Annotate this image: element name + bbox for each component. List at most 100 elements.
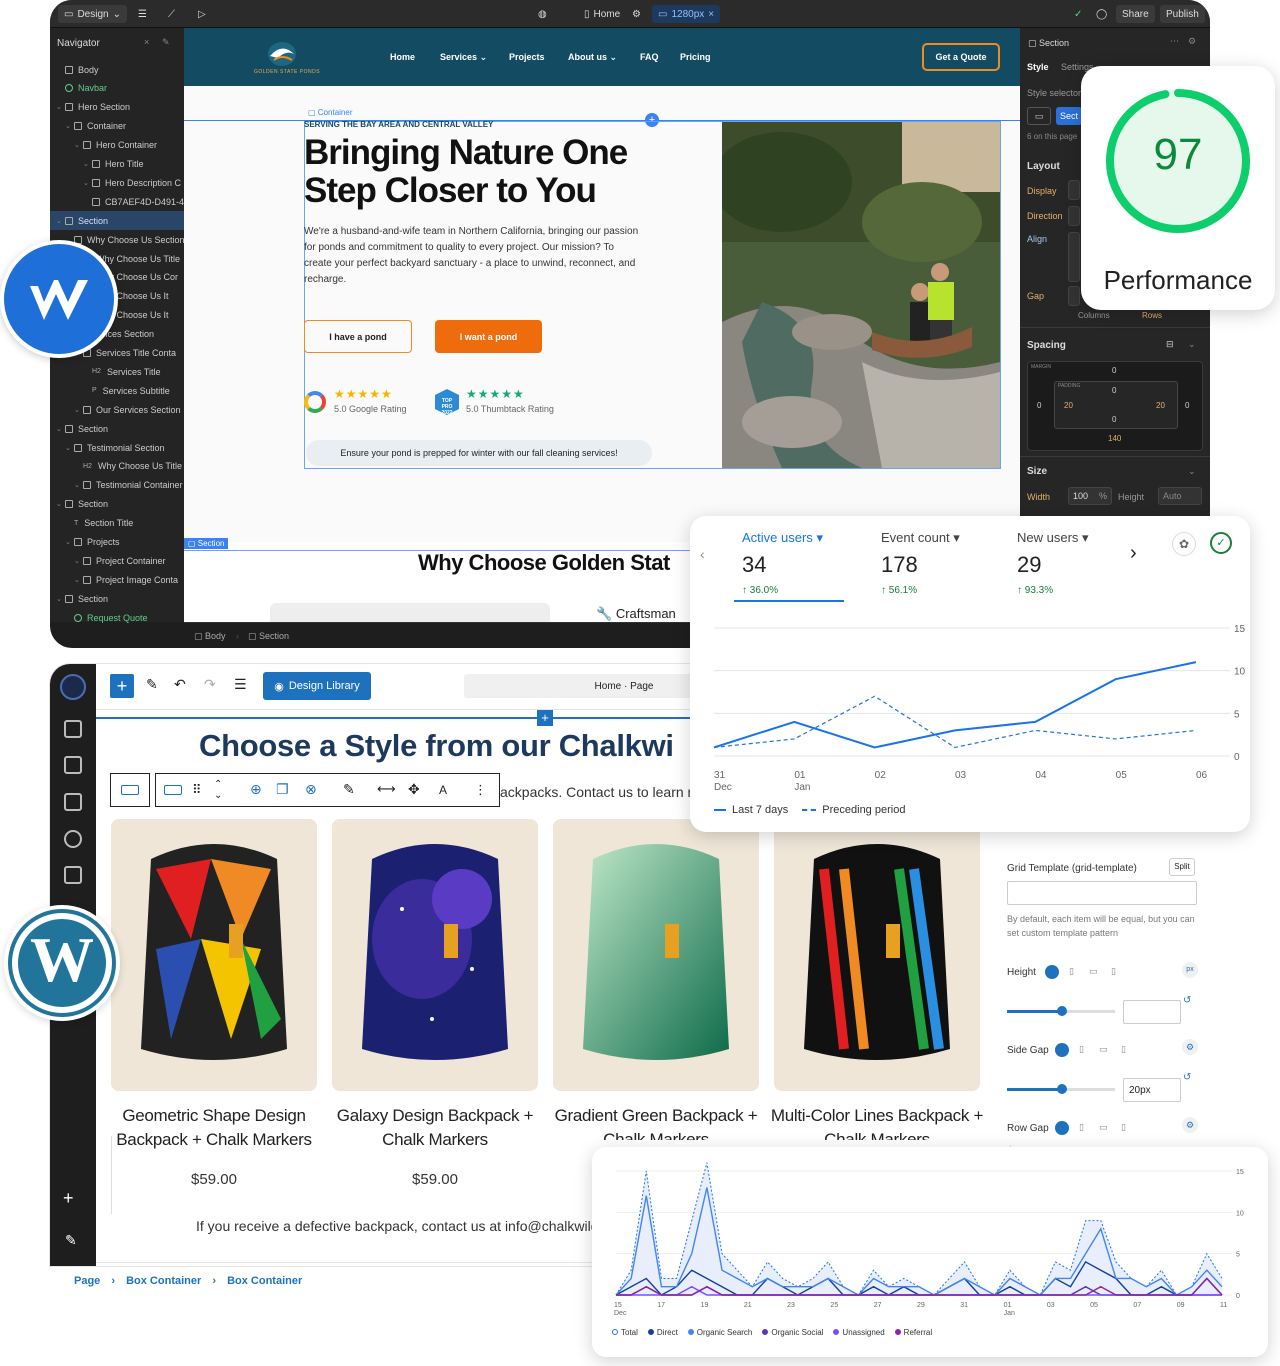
settings-icon[interactable]: ⚙ xyxy=(1182,1039,1198,1055)
navigator-item[interactable]: ⌄ Hero Description C xyxy=(50,173,184,192)
navigator-item[interactable]: ⌄ Project Image Conta xyxy=(50,570,184,589)
height-input[interactable]: Auto xyxy=(1158,487,1202,505)
metric-event-count[interactable]: Event count ▾ xyxy=(881,530,960,546)
site-nav-pricing[interactable]: Pricing xyxy=(680,52,711,62)
gap-control[interactable] xyxy=(1068,286,1080,306)
more-options-icon[interactable]: ⋮ xyxy=(474,782,487,798)
metric-new-users[interactable]: New users ▾ xyxy=(1017,530,1089,546)
site-nav-home[interactable]: Home xyxy=(390,52,415,62)
split-button[interactable]: Split xyxy=(1169,858,1195,876)
settings-icon[interactable]: ⚙ xyxy=(1188,36,1196,47)
width-icon[interactable]: ⟷ xyxy=(377,781,396,797)
blocks-icon[interactable] xyxy=(64,720,82,738)
navigator-item[interactable]: ⌄ Hero Title xyxy=(50,155,184,174)
add-inner-icon[interactable]: ⊕ xyxy=(250,781,262,798)
chevron-down-icon[interactable]: ⌄ xyxy=(56,500,65,508)
navigator-item[interactable]: ⌄ Hero Container xyxy=(50,136,184,155)
legend-item[interactable]: Unassigned xyxy=(833,1328,885,1337)
legend-item[interactable]: Organic Search xyxy=(687,1328,752,1337)
check-circle-icon[interactable]: ✓ xyxy=(1210,532,1232,554)
chevron-down-icon[interactable]: ⌄ xyxy=(65,122,74,130)
site-nav-about[interactable]: About us ⌄ xyxy=(568,52,617,63)
breadcrumb-body[interactable]: ▢ Body xyxy=(194,631,226,642)
site-nav-projects[interactable]: Projects xyxy=(509,52,545,62)
product-image-gradient-green[interactable] xyxy=(553,819,759,1091)
navigator-item[interactable]: ⌄ Section xyxy=(50,589,184,608)
design-library-button[interactable]: ◉ Design Library xyxy=(263,672,371,700)
insights-icon[interactable]: ✿ xyxy=(1172,532,1196,556)
list-view-icon[interactable]: ☰ xyxy=(234,676,247,693)
navigator-item[interactable]: Request Quote xyxy=(50,608,184,627)
product-image-geometric[interactable] xyxy=(111,819,317,1091)
navigator-item[interactable]: Navbar xyxy=(50,79,184,98)
desktop-icon[interactable]: ▭ xyxy=(1027,107,1051,125)
text-icon[interactable]: A xyxy=(439,783,447,797)
pin-icon[interactable]: ✎ xyxy=(162,37,170,48)
chevron-down-icon[interactable]: ⌄ xyxy=(83,160,92,168)
chevron-down-icon[interactable]: ⌄ xyxy=(65,444,74,452)
product-image-multi-color[interactable] xyxy=(774,819,980,1091)
margin-left-value[interactable]: 0 xyxy=(1037,401,1041,410)
preview-icon[interactable]: ▷ xyxy=(192,5,212,23)
reset-icon[interactable]: ↺ xyxy=(1183,995,1191,1006)
get-a-quote-button[interactable]: Get a Quote xyxy=(922,43,1000,71)
margin-top-value[interactable]: 0 xyxy=(1112,366,1116,375)
move-icon[interactable]: ✥ xyxy=(408,781,420,798)
width-input[interactable]: 100% xyxy=(1068,487,1112,505)
analytics-icon[interactable]: ⟋ xyxy=(162,5,181,23)
style-brush-icon[interactable]: ✎ xyxy=(343,781,355,798)
globe-icon[interactable]: ◍ xyxy=(532,5,553,23)
chevron-down-icon[interactable]: ⌄ xyxy=(1188,466,1196,477)
product-title[interactable]: Galaxy Design Backpack + Chalk Markers xyxy=(325,1104,545,1152)
tablet-landscape-icon[interactable]: ▭ xyxy=(1099,1122,1108,1133)
edit-icon[interactable]: ✎ xyxy=(65,1232,77,1249)
unit-selector[interactable]: px xyxy=(1182,962,1198,978)
direction-control[interactable] xyxy=(1068,206,1080,226)
chevron-down-icon[interactable]: ⌄ xyxy=(56,425,65,433)
legend-item[interactable]: Organic Social xyxy=(762,1328,823,1337)
legend-item[interactable]: Direct xyxy=(647,1328,678,1337)
site-nav-services[interactable]: Services ⌄ xyxy=(440,52,487,63)
remove-icon[interactable]: ⊗ xyxy=(305,781,317,798)
breadcrumb-section[interactable]: ▢ Section xyxy=(248,631,289,642)
page-selector[interactable]: ▯ Home xyxy=(578,5,626,23)
height-input[interactable] xyxy=(1123,1000,1181,1024)
more-icon[interactable]: ⋯ xyxy=(1170,36,1179,47)
reset-icon[interactable]: ↺ xyxy=(1183,1072,1191,1083)
navigator-item[interactable]: ⌄ Section xyxy=(50,495,184,514)
navigator-item[interactable]: ⌄ Testimonial Container xyxy=(50,476,184,495)
product-title[interactable]: Geometric Shape Design Backpack + Chalk M… xyxy=(104,1104,324,1152)
chevron-down-icon[interactable]: ⌄ xyxy=(56,595,65,603)
margin-bottom-value[interactable]: 140 xyxy=(1108,434,1121,443)
chevron-down-icon[interactable]: ⌄ xyxy=(74,557,83,565)
padding-bottom-value[interactable]: 0 xyxy=(1112,415,1116,424)
navigator-item[interactable]: H2 Services Title xyxy=(50,362,184,381)
chevron-down-icon[interactable]: ⌄ xyxy=(1188,339,1196,350)
navigator-item[interactable]: ⌄ Hero Section xyxy=(50,98,184,117)
heading-icon[interactable] xyxy=(64,756,82,774)
product-image-galaxy[interactable] xyxy=(332,819,538,1091)
mobile-icon[interactable]: ▯ xyxy=(1111,966,1116,977)
tablet-landscape-icon[interactable]: ▭ xyxy=(1089,966,1098,977)
design-mode-dropdown[interactable]: ▭ Design ⌄ xyxy=(58,5,127,23)
i-have-a-pond-button[interactable]: I have a pond xyxy=(304,320,412,353)
tablet-icon[interactable]: ▯ xyxy=(1069,966,1074,977)
product-title[interactable]: Multi-Color Lines Backpack + Chalk Marker… xyxy=(767,1104,987,1140)
padding-right-value[interactable]: 20 xyxy=(1156,401,1165,410)
navigator-item[interactable]: ⌄ Section xyxy=(50,211,184,231)
grid-template-input[interactable] xyxy=(1007,881,1197,905)
chevron-down-icon[interactable]: ⌄ xyxy=(56,103,65,111)
drag-handle-icon[interactable]: ⠿ xyxy=(192,782,202,798)
comments-icon[interactable]: ◯ xyxy=(1090,5,1113,23)
navigator-item[interactable]: Body xyxy=(50,60,184,79)
desktop-icon[interactable] xyxy=(1045,965,1059,979)
display-control[interactable] xyxy=(1068,180,1080,200)
navigator-item[interactable]: ⌄ Section xyxy=(50,419,184,438)
desktop-icon[interactable] xyxy=(1055,1043,1069,1057)
margin-right-value[interactable]: 0 xyxy=(1185,401,1189,410)
navigator-item[interactable]: T Section Title xyxy=(50,514,184,533)
tablet-landscape-icon[interactable]: ▭ xyxy=(1099,1044,1108,1055)
cms-icon[interactable]: ☰ xyxy=(132,5,153,23)
navigator-item[interactable]: P Services Subtitle xyxy=(50,381,184,400)
legend-item[interactable]: Total xyxy=(612,1328,638,1337)
